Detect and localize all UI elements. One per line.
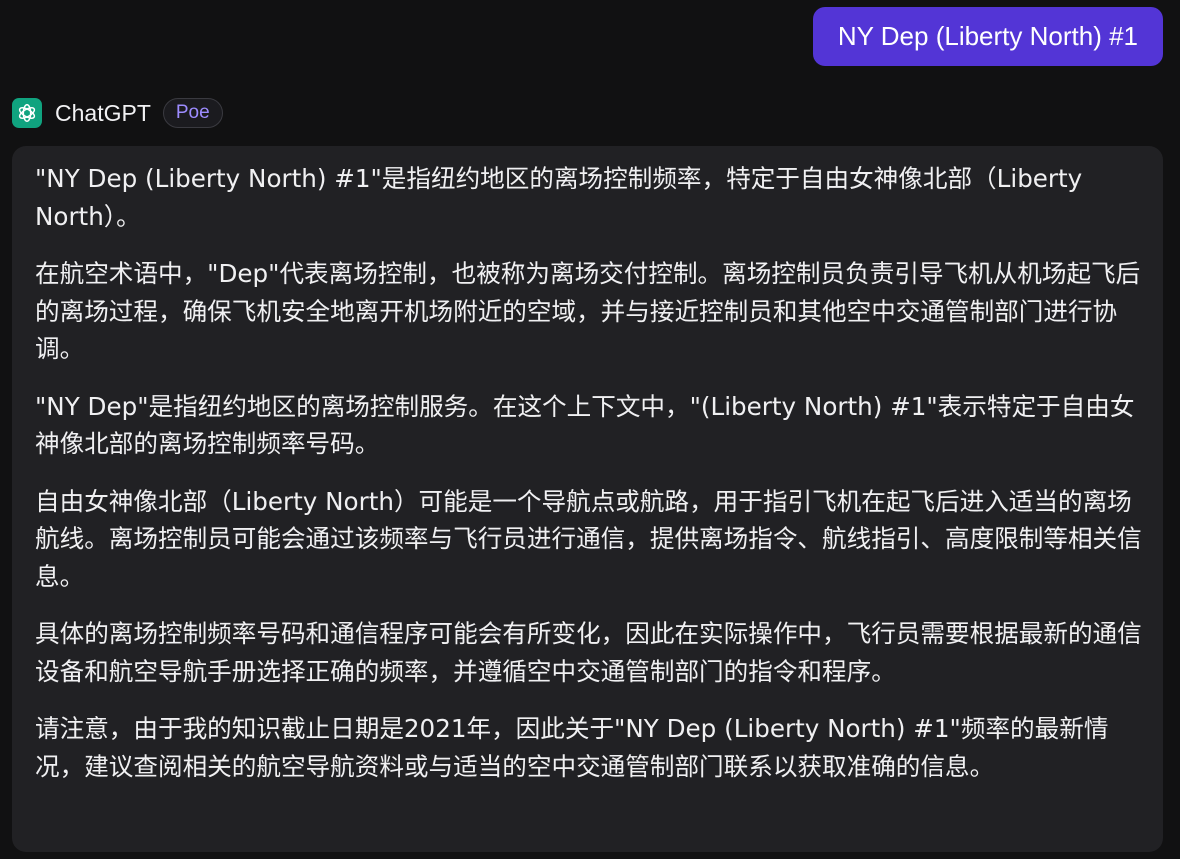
bot-paragraph: 请注意，由于我的知识截止日期是2021年，因此关于"NY Dep (Libert…	[35, 714, 1109, 781]
bot-name[interactable]: ChatGPT	[55, 100, 151, 127]
openai-logo-icon	[12, 98, 42, 128]
poe-badge: Poe	[162, 98, 223, 128]
bot-header: ChatGPT Poe	[12, 96, 223, 130]
bot-paragraph: "NY Dep (Liberty North) #1"是指纽约地区的离场控制频率…	[35, 164, 1083, 231]
bot-paragraph: 具体的离场控制频率号码和通信程序可能会有所变化，因此在实际操作中，飞行员需要根据…	[35, 619, 1142, 686]
user-message-bubble: NY Dep (Liberty North) #1	[812, 7, 1163, 66]
bot-paragraph: 在航空术语中，"Dep"代表离场控制，也被称为离场交付控制。离场控制员负责引导飞…	[35, 259, 1141, 363]
bot-message-bubble: "NY Dep (Liberty North) #1"是指纽约地区的离场控制频率…	[12, 146, 1163, 852]
bot-paragraph: 自由女神像北部（Liberty North）可能是一个导航点或航路，用于指引飞机…	[35, 486, 1142, 591]
openai-logo-svg	[18, 104, 36, 122]
bot-paragraph: "NY Dep"是指纽约地区的离场控制服务。在这个上下文中，"(Liberty …	[35, 391, 1135, 459]
user-message-text: NY Dep (Liberty North) #1	[837, 21, 1138, 51]
chat-page: NY Dep (Liberty North) #1 ChatGPT Poe "N…	[0, 0, 1180, 859]
